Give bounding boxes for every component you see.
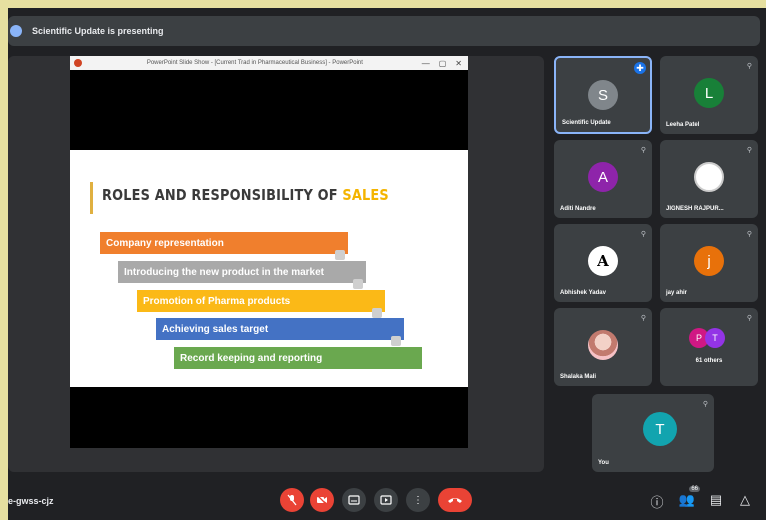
more-options-icon: ⋮ — [413, 494, 423, 506]
participant-tile[interactable]: ⚲ j jay ahir — [660, 224, 758, 302]
people-button[interactable]: 👥 66 — [678, 486, 700, 508]
avatar — [694, 162, 724, 192]
participant-tile[interactable]: ⚲ JIGNESH RAJPUR... — [660, 140, 758, 218]
activities-icon: △ — [740, 492, 750, 507]
participant-tile[interactable]: ⚲ T You — [592, 394, 714, 472]
restore-icon[interactable]: ▢ — [439, 59, 447, 68]
meeting-details-button[interactable]: ⓘ — [648, 492, 666, 511]
present-icon — [380, 495, 392, 505]
process-step-label: Achieving sales target — [162, 323, 269, 335]
avatar-initial: T — [655, 420, 665, 438]
process-step: Record keeping and reporting — [174, 347, 422, 369]
mic-muted-icon: ⚲ — [746, 147, 752, 154]
avatar: S — [588, 80, 618, 110]
participant-tile[interactable]: ⚲ L Leeha Patel — [660, 56, 758, 134]
avatar-initial: L — [704, 84, 714, 102]
avatar-initial: A — [597, 168, 608, 186]
presenter-indicator-icon — [10, 25, 22, 37]
mic-muted-icon: ⚲ — [640, 147, 646, 154]
participant-name: jay ahir — [666, 290, 688, 296]
meet-window: Scientific Update is presenting PowerPoi… — [8, 8, 766, 520]
step-arrow-icon — [391, 336, 401, 346]
participant-name: Abhishek Yadav — [560, 290, 606, 296]
slide-heading-highlight: SALES — [342, 186, 389, 204]
mic-muted-icon: ⚲ — [640, 315, 646, 322]
avatar: A — [588, 162, 618, 192]
process-step: Promotion of Pharma products — [137, 290, 385, 318]
meeting-code: e-gwss-cjz — [8, 496, 54, 506]
close-icon[interactable]: ✕ — [455, 59, 462, 68]
minimize-icon[interactable]: — — [422, 59, 430, 68]
powerpoint-logo-icon — [74, 59, 82, 67]
process-step: Company representation — [100, 232, 348, 260]
captions-icon — [348, 495, 360, 505]
more-options-button[interactable]: ⋮ — [406, 488, 430, 512]
process-step: Achieving sales target — [156, 318, 404, 346]
presenter-banner: Scientific Update is presenting — [8, 16, 760, 46]
mic-off-icon — [287, 494, 297, 506]
powerpoint-titlebar: PowerPoint Slide Show - [Current Trad in… — [70, 56, 468, 70]
process-step-label: Introducing the new product in the marke… — [124, 266, 325, 278]
participant-name: 61 others — [695, 358, 723, 364]
mic-muted-icon: ⚲ — [746, 315, 752, 322]
participant-tile[interactable]: ⚲ A Aditi Nandre — [554, 140, 652, 218]
process-step-label: Record keeping and reporting — [180, 352, 323, 364]
avatar-initial: A — [597, 252, 609, 270]
heading-accent-bar — [90, 182, 93, 214]
powerpoint-window: PowerPoint Slide Show - [Current Trad in… — [70, 56, 468, 448]
process-step-label: Promotion of Pharma products — [143, 295, 291, 307]
people-icon: 👥 — [678, 492, 696, 507]
info-icon: ⓘ — [650, 495, 664, 510]
chat-icon: ▤ — [709, 492, 723, 507]
slide-heading-text: ROLES AND RESPONSIBILITY OF — [102, 186, 343, 204]
slide: ROLES AND RESPONSIBILITY OF SALES Compan… — [70, 150, 468, 387]
participant-tile[interactable]: ✚ S Scientific Update — [554, 56, 652, 134]
step-arrow-icon — [353, 279, 363, 289]
others-avatars: PT — [689, 328, 729, 352]
avatar: j — [694, 246, 724, 276]
presenter-banner-text: Scientific Update is presenting — [32, 26, 164, 36]
avatar-initial: S — [597, 86, 608, 104]
window-controls: — ▢ ✕ — [422, 59, 462, 68]
avatar: A — [588, 246, 618, 276]
process-step: Introducing the new product in the marke… — [118, 261, 366, 289]
camera-off-icon — [316, 495, 328, 505]
mic-off-button[interactable] — [280, 488, 304, 512]
avatar: L — [694, 78, 724, 108]
powerpoint-window-title: PowerPoint Slide Show - [Current Trad in… — [146, 60, 363, 66]
camera-off-button[interactable] — [310, 488, 334, 512]
avatar-initial: j — [707, 252, 711, 270]
present-now-button[interactable] — [374, 488, 398, 512]
step-arrow-icon — [335, 250, 345, 260]
participant-name: Aditi Nandre — [560, 206, 596, 212]
participant-name: Leeha Patel — [666, 122, 700, 128]
end-call-icon — [448, 498, 462, 503]
mic-muted-icon: ⚲ — [746, 63, 752, 70]
participant-name: You — [598, 460, 609, 466]
participant-tile[interactable]: ⚲ A Abhishek Yadav — [554, 224, 652, 302]
mic-muted-icon: ⚲ — [640, 231, 646, 238]
participant-name: JIGNESH RAJPUR... — [666, 206, 724, 212]
participant-tile[interactable]: ⚲ Shalaka Mali — [554, 308, 652, 386]
mic-muted-icon: ⚲ — [702, 401, 708, 408]
process-step-label: Company representation — [106, 237, 224, 249]
bottom-bar: e-gwss-cjz ⋮ ⓘ 👥 66 ▤ △ — [8, 484, 766, 520]
pin-icon[interactable]: ✚ — [634, 62, 646, 74]
avatar: T — [643, 412, 677, 446]
leave-call-button[interactable] — [438, 488, 472, 512]
step-arrow-icon — [372, 308, 382, 318]
slide-heading: ROLES AND RESPONSIBILITY OF SALES — [102, 186, 389, 204]
participant-tile[interactable]: ⚲ P T 61 others — [660, 308, 758, 386]
captions-button[interactable] — [342, 488, 366, 512]
participant-name: Scientific Update — [562, 120, 611, 126]
mic-muted-icon: ⚲ — [746, 231, 752, 238]
activities-button[interactable]: △ — [736, 492, 754, 508]
chat-button[interactable]: ▤ — [707, 492, 725, 508]
avatar: T — [705, 328, 725, 348]
people-count-badge: 66 — [689, 486, 700, 492]
avatar — [588, 330, 618, 360]
participant-name: Shalaka Mali — [560, 374, 597, 380]
